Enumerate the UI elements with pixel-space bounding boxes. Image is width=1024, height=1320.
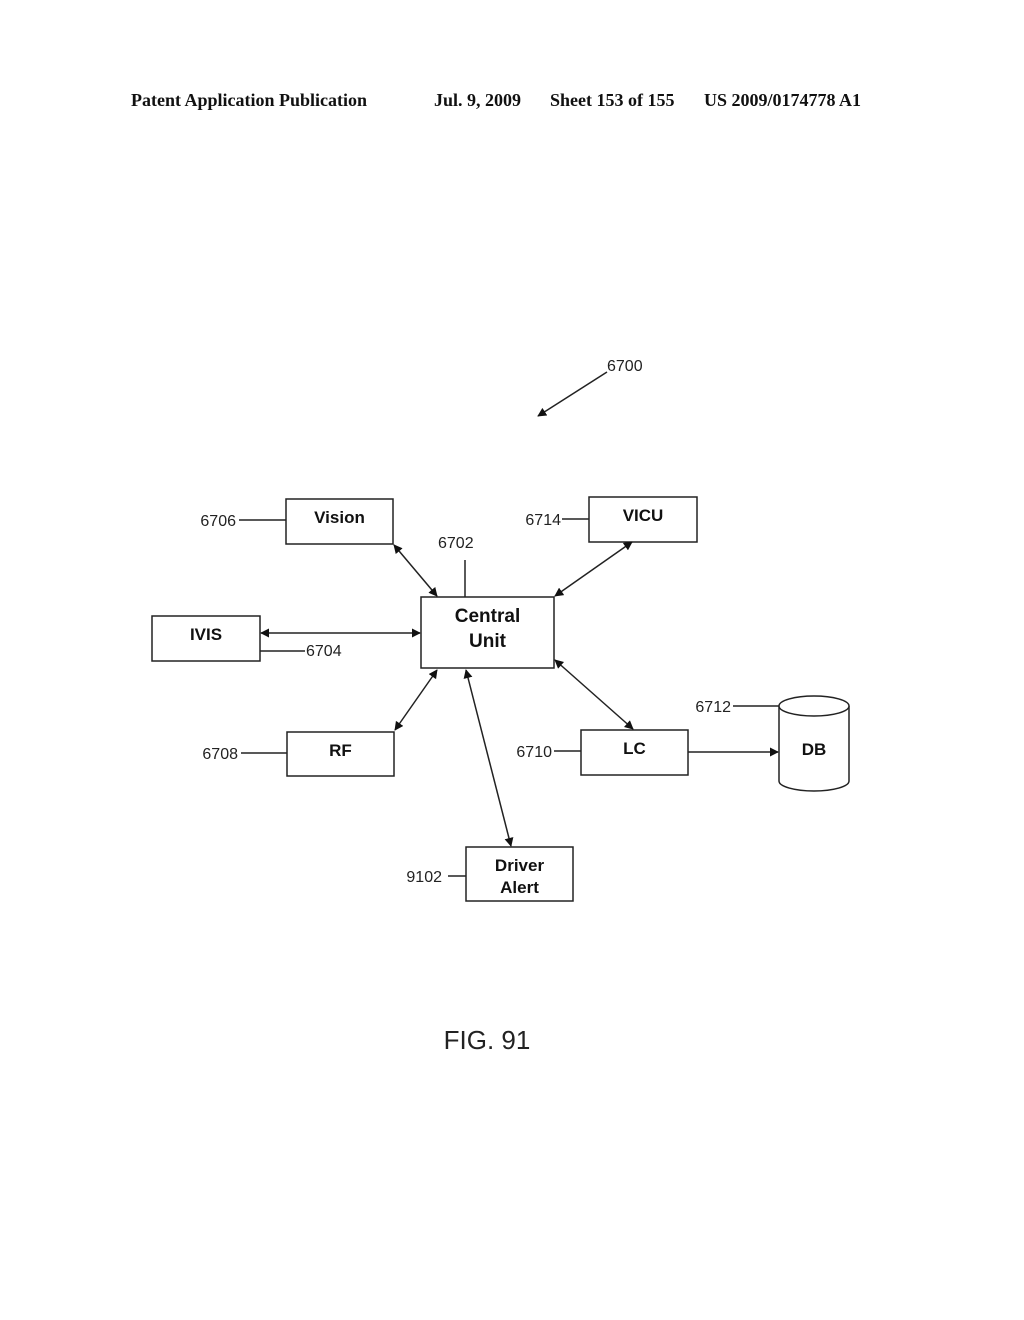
ref-6710: 6710: [516, 744, 552, 761]
ref-6712: 6712: [695, 699, 731, 716]
ref-6706: 6706: [200, 513, 236, 530]
overall-reference-arrow: [537, 371, 608, 417]
ref-6702: 6702: [438, 535, 474, 552]
ref-6704: 6704: [306, 643, 342, 660]
ref-6700: 6700: [607, 358, 643, 375]
edge-central-rf: [394, 669, 438, 731]
lc-label: LC: [623, 739, 646, 758]
vision-label: Vision: [314, 508, 365, 527]
central-unit-label-line1: Central: [455, 606, 520, 627]
ref-6708: 6708: [202, 746, 238, 763]
ref-9102: 9102: [406, 869, 442, 886]
figure-label: FIG. 91: [444, 1025, 531, 1055]
driver-alert-label-line1: Driver: [495, 856, 545, 875]
system-diagram: 6700 Vision 6706 VICU 6714 Central Unit …: [151, 358, 850, 1055]
rf-label: RF: [329, 741, 352, 760]
driver-alert-label-line2: Alert: [500, 878, 539, 897]
edge-central-vision: [393, 544, 438, 597]
ivis-label: IVIS: [190, 625, 222, 644]
central-unit-label-line2: Unit: [469, 631, 507, 652]
ref-6714: 6714: [525, 512, 561, 529]
db-label: DB: [802, 740, 827, 759]
edge-central-lc: [554, 659, 634, 730]
edge-central-vicu: [554, 541, 633, 597]
edge-central-driver-alert: [463, 669, 514, 847]
vicu-label: VICU: [623, 506, 664, 525]
